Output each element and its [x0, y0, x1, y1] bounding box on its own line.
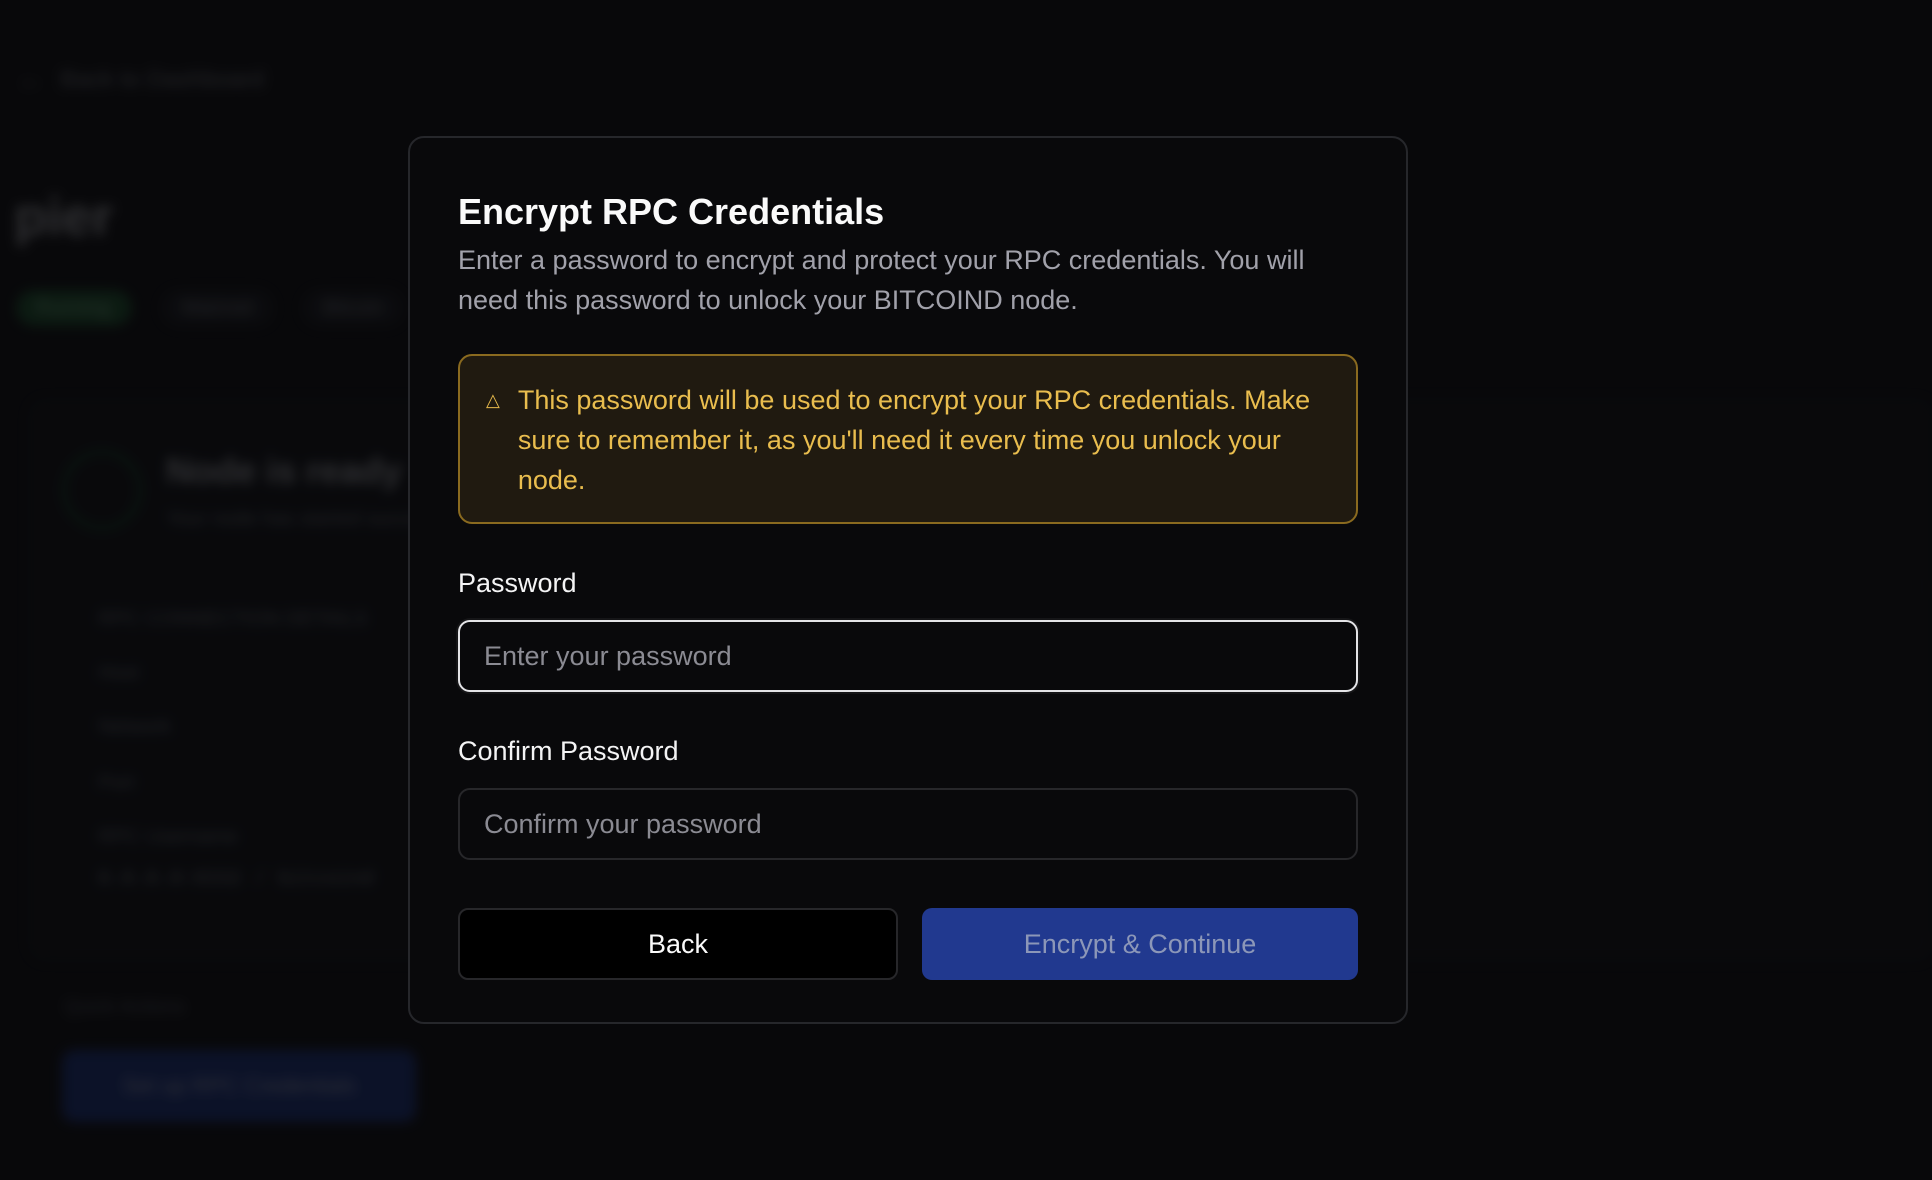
encrypt-credentials-dialog: Encrypt RPC Credentials Enter a password…	[408, 136, 1408, 1024]
confirm-password-label: Confirm Password	[458, 736, 679, 766]
dialog-description: Enter a password to encrypt and protect …	[458, 245, 1305, 315]
password-input[interactable]	[484, 640, 1332, 672]
dialog-actions: Back Encrypt & Continue	[458, 908, 1358, 980]
screen: ← Back to Dashboard pier Running Mainnet…	[0, 0, 1932, 1180]
password-label: Password	[458, 568, 577, 598]
confirm-password-field[interactable]	[458, 788, 1358, 860]
alert-text: This password will be used to encrypt yo…	[517, 385, 1311, 495]
warning-triangle-icon: △	[486, 390, 500, 410]
encrypt-continue-button[interactable]: Encrypt & Continue	[922, 908, 1358, 980]
back-button[interactable]: Back	[458, 908, 898, 980]
password-field[interactable]	[458, 620, 1358, 692]
warning-alert: △ This password will be used to encrypt …	[458, 354, 1358, 524]
confirm-password-input[interactable]	[484, 808, 1332, 840]
dialog-title: Encrypt RPC Credentials	[458, 191, 885, 232]
